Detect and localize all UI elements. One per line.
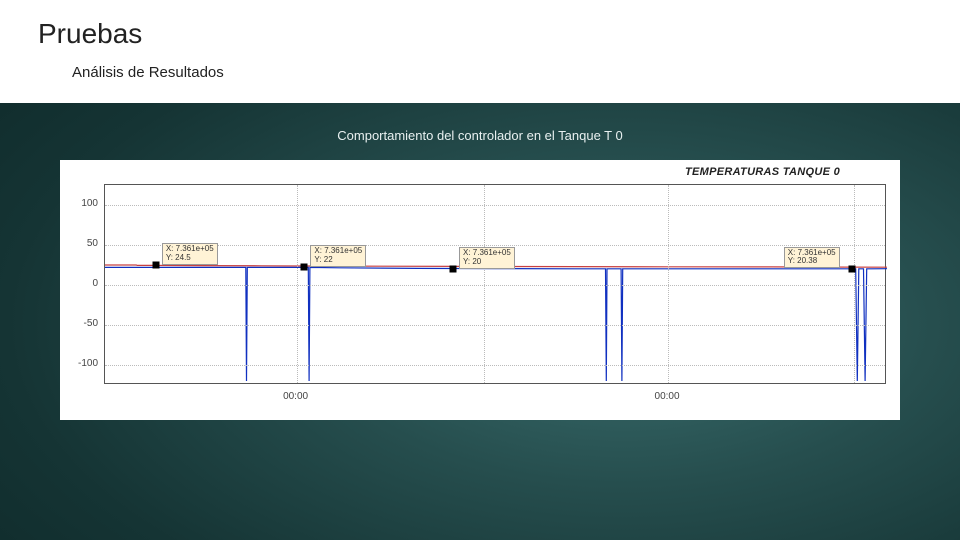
- gridline-v: [668, 185, 669, 383]
- datatip-marker: [152, 262, 159, 269]
- chart-frame: TEMPERATURAS TANQUE 0 X: 7.361e+05Y: 24.…: [60, 160, 900, 420]
- y-tick-label: -50: [66, 318, 98, 329]
- title-block: Pruebas Análisis de Resultados: [0, 0, 960, 103]
- chart-title: TEMPERATURAS TANQUE 0: [685, 166, 840, 178]
- datatip: X: 7.361e+05Y: 24.5: [162, 243, 218, 265]
- datatip: X: 7.361e+05Y: 20: [459, 247, 515, 269]
- datatip: X: 7.361e+05Y: 20.38: [784, 247, 840, 269]
- datatip: X: 7.361e+05Y: 22: [310, 245, 366, 267]
- datatip-marker: [301, 264, 308, 271]
- gridline-v: [484, 185, 485, 383]
- x-tick-label: 00:00: [283, 391, 308, 402]
- datatip-marker: [449, 266, 456, 273]
- datatip-y: Y: 22: [314, 256, 362, 265]
- gridline-v: [297, 185, 298, 383]
- page-subtitle: Análisis de Resultados: [72, 64, 960, 81]
- y-tick-label: -100: [66, 358, 98, 369]
- gridline-h: [105, 245, 885, 246]
- datatip-marker: [848, 265, 855, 272]
- y-tick-label: 50: [66, 238, 98, 249]
- chart-caption: Comportamiento del controlador en el Tan…: [0, 128, 960, 143]
- plot-area: X: 7.361e+05Y: 24.5 X: 7.361e+05Y: 22 X: 7…: [104, 184, 886, 384]
- gridline-h: [105, 325, 885, 326]
- datatip-y: Y: 20: [463, 258, 511, 267]
- page-title: Pruebas: [38, 18, 960, 50]
- gridline-v: [854, 185, 855, 383]
- gridline-h: [105, 285, 885, 286]
- gridline-h: [105, 365, 885, 366]
- x-tick-label: 00:00: [655, 391, 680, 402]
- datatip-y: Y: 24.5: [166, 254, 214, 263]
- y-tick-label: 0: [66, 278, 98, 289]
- gridline-h: [105, 205, 885, 206]
- datatip-y: Y: 20.38: [788, 257, 836, 266]
- y-tick-label: 100: [66, 198, 98, 209]
